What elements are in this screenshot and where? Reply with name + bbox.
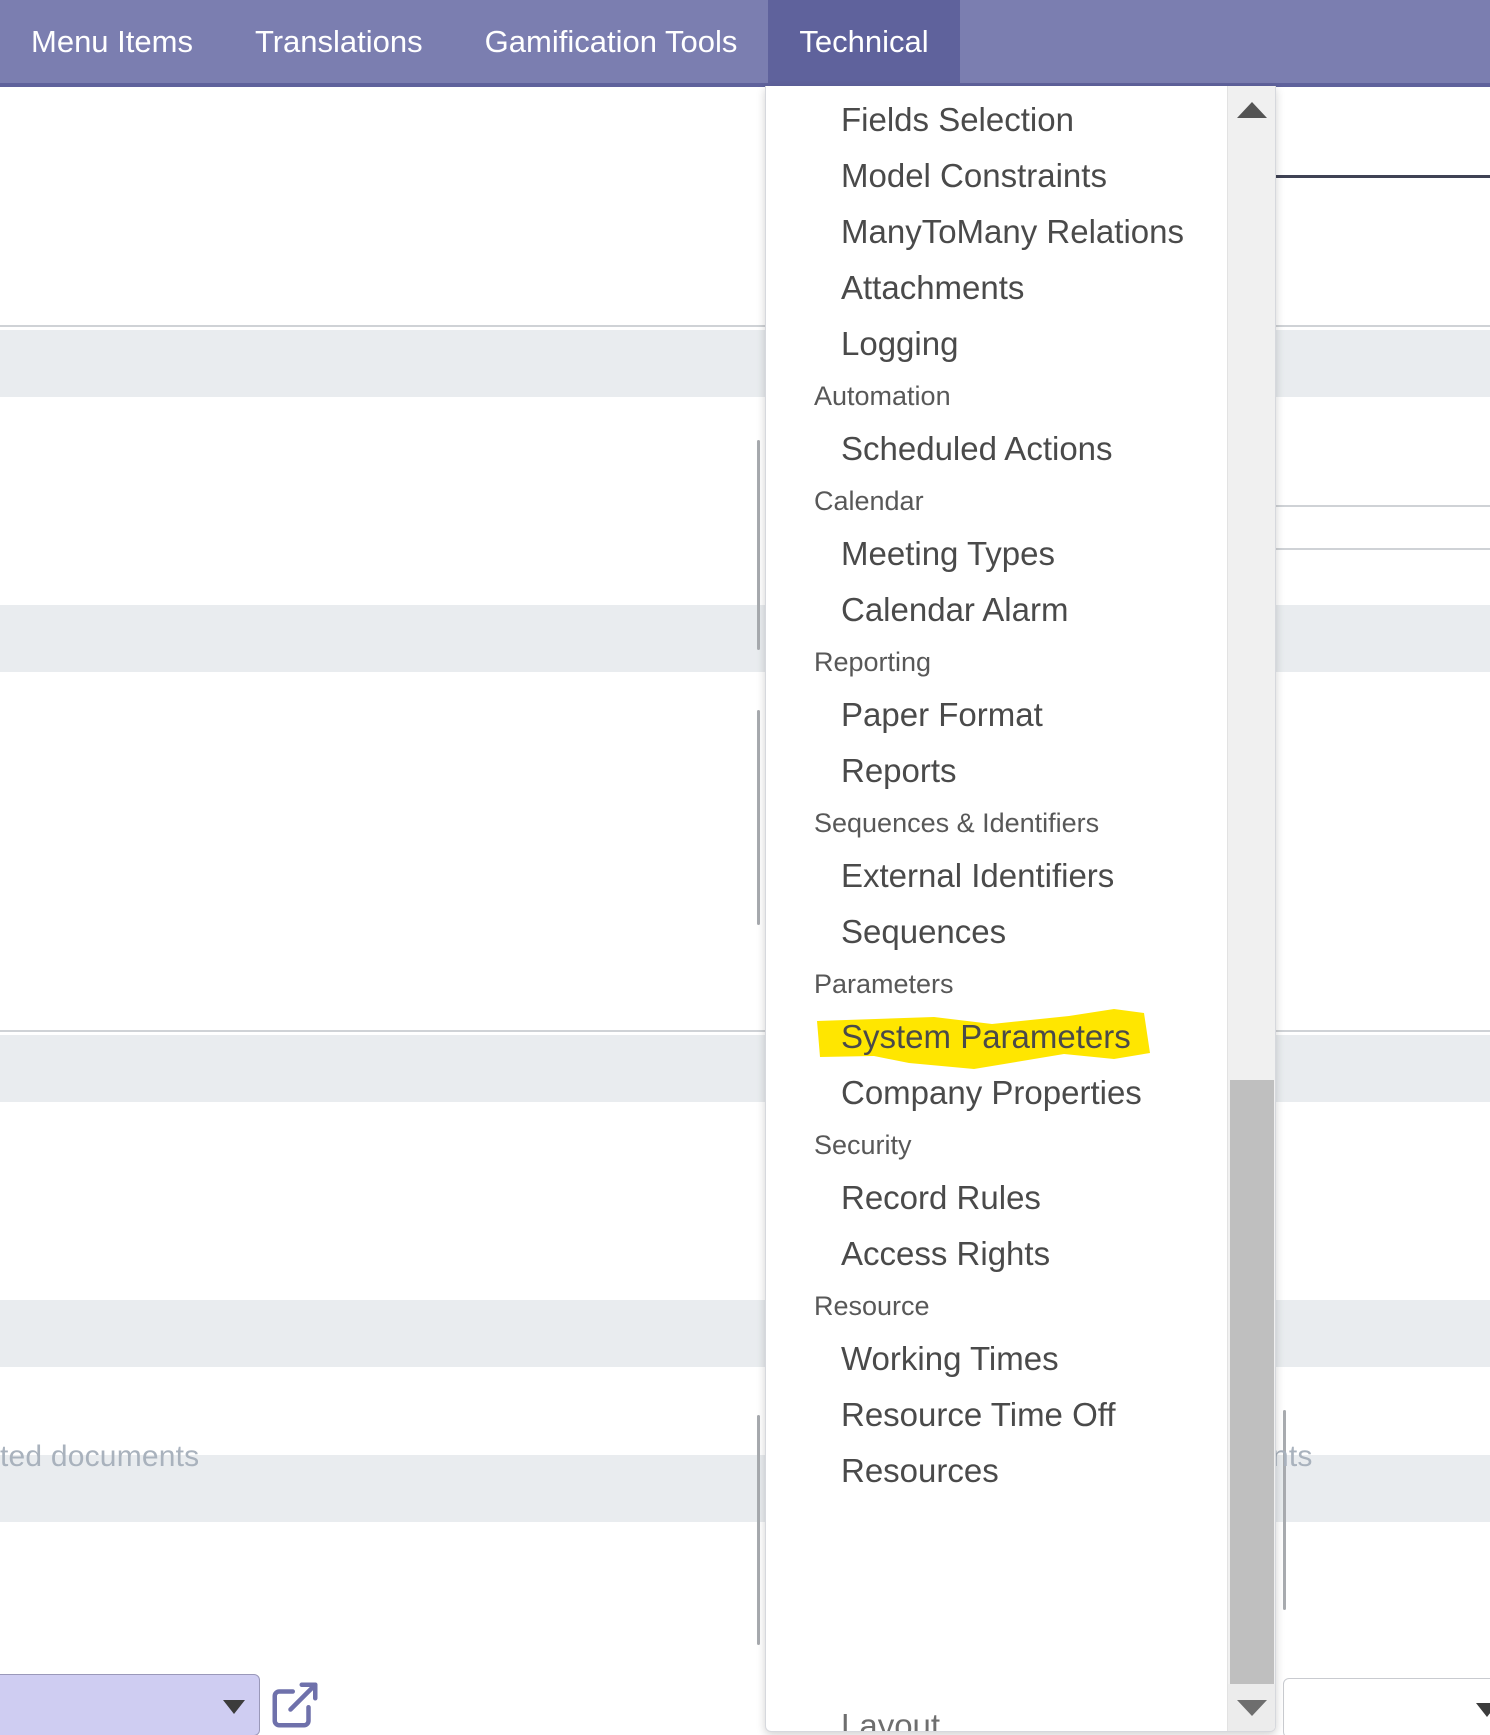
dropdown-item-system-parameters[interactable]: System Parameters: [766, 1009, 1228, 1069]
dropdown-item-label: Company Properties: [841, 1074, 1142, 1111]
dropdown-item[interactable]: Paper Format: [766, 687, 1228, 743]
menu-tab-label: Gamification Tools: [484, 23, 738, 59]
dropdown-item-label: Model Constraints: [841, 157, 1107, 194]
dropdown-item-layout-clipped[interactable]: Layout: [841, 1707, 940, 1731]
dropdown-item[interactable]: Resource Time Off: [766, 1387, 1228, 1443]
dropdown-group-header: Calendar: [814, 486, 924, 516]
dropdown-item-label: Fields Selection: [841, 101, 1074, 138]
dropdown-item[interactable]: Access Rights: [766, 1226, 1228, 1282]
dropdown-item[interactable]: Resources: [766, 1443, 1228, 1499]
dropdown-group-header: Parameters: [814, 969, 954, 999]
dropdown-scrollbar[interactable]: [1227, 86, 1275, 1731]
dropdown-item-list: Fields Selection Model Constraints ManyToM…: [766, 86, 1228, 1731]
dropdown-item-label: Paper Format: [841, 696, 1043, 733]
scroll-down-button[interactable]: [1228, 1684, 1275, 1731]
dropdown-item[interactable]: Meeting Types: [766, 526, 1228, 582]
dropdown-item[interactable]: ManyToMany Relations: [766, 204, 1228, 260]
menu-tab-label: Translations: [254, 23, 423, 59]
dropdown-group-header: Security: [814, 1130, 912, 1160]
triangle-down-icon: [1237, 1700, 1267, 1716]
dropdown-item[interactable]: External Identifiers: [766, 848, 1228, 904]
dropdown-item-label: Resource Time Off: [841, 1396, 1116, 1433]
documents-label-right: nts: [1272, 1440, 1313, 1473]
menu-tab-label: Technical: [799, 23, 929, 59]
dropdown-item[interactable]: Company Properties: [766, 1065, 1228, 1121]
screen-root: ted documents nts Menu Items Translation…: [0, 0, 1490, 1735]
dropdown-item[interactable]: Working Times: [766, 1331, 1228, 1387]
menu-tab-gamification-tools[interactable]: Gamification Tools: [454, 0, 769, 83]
dropdown-item[interactable]: Model Constraints: [766, 148, 1228, 204]
dropdown-item-label: Sequences: [841, 913, 1007, 950]
dropdown-item-label: Resources: [841, 1452, 999, 1489]
triangle-up-icon: [1237, 102, 1267, 118]
row-divider: [1276, 505, 1490, 507]
external-link-icon[interactable]: [268, 1678, 322, 1732]
dropdown-group-header: Reporting: [814, 647, 932, 677]
menu-tab-menu-items[interactable]: Menu Items: [0, 0, 224, 83]
column-divider: [757, 440, 760, 650]
row-divider: [1276, 548, 1490, 550]
dropdown-item[interactable]: Reports: [766, 743, 1228, 799]
top-menu-bar: Menu Items Translations Gamification Too…: [0, 0, 1490, 83]
column-divider: [757, 710, 760, 925]
dropdown-item[interactable]: Calendar Alarm: [766, 582, 1228, 638]
dropdown-item-label: Working Times: [841, 1340, 1059, 1377]
dropdown-item-label: Meeting Types: [841, 535, 1056, 572]
dropdown-item-label: ManyToMany Relations: [841, 213, 1184, 250]
column-divider: [757, 1415, 760, 1645]
dropdown-item-label: Access Rights: [841, 1235, 1051, 1272]
scroll-up-button[interactable]: [1228, 86, 1275, 134]
dropdown-item[interactable]: Scheduled Actions: [766, 421, 1228, 477]
menu-tab-translations[interactable]: Translations: [224, 0, 454, 83]
dropdown-item[interactable]: Logging: [766, 316, 1228, 372]
dropdown-item-label: Reports: [841, 752, 957, 789]
dropdown-item[interactable]: Record Rules: [766, 1170, 1228, 1226]
dropdown-group-header: Sequences & Identifiers: [814, 808, 1100, 838]
row-divider-dark: [1276, 175, 1490, 178]
caret-down-icon: [223, 1700, 245, 1714]
dropdown-item-label: Record Rules: [841, 1179, 1041, 1216]
dropdown-group-header: Resource: [814, 1291, 930, 1321]
caret-down-icon: [1476, 1703, 1490, 1717]
dropdown-item-label: Attachments: [841, 269, 1025, 306]
dropdown-item[interactable]: Fields Selection: [766, 92, 1228, 148]
related-documents-label: ted documents: [0, 1440, 200, 1473]
dropdown-item-label: Logging: [841, 325, 959, 362]
dropdown-item-label: System Parameters: [841, 1018, 1131, 1055]
dropdown-group-header: Automation: [814, 381, 951, 411]
dropdown-item-label: Scheduled Actions: [841, 430, 1113, 467]
menu-tab-label: Menu Items: [31, 23, 193, 59]
dropdown-item-label: Calendar Alarm: [841, 591, 1069, 628]
scrollbar-thumb[interactable]: [1230, 1080, 1274, 1685]
technical-dropdown-menu: Fields Selection Model Constraints ManyToM…: [765, 86, 1276, 1732]
dropdown-item-label: External Identifiers: [841, 857, 1115, 894]
dropdown-item[interactable]: Sequences: [766, 904, 1228, 960]
menu-tab-technical[interactable]: Technical: [768, 0, 960, 83]
document-select-right[interactable]: [1283, 1678, 1490, 1735]
document-select[interactable]: [0, 1674, 260, 1735]
dropdown-item[interactable]: Attachments: [766, 260, 1228, 316]
